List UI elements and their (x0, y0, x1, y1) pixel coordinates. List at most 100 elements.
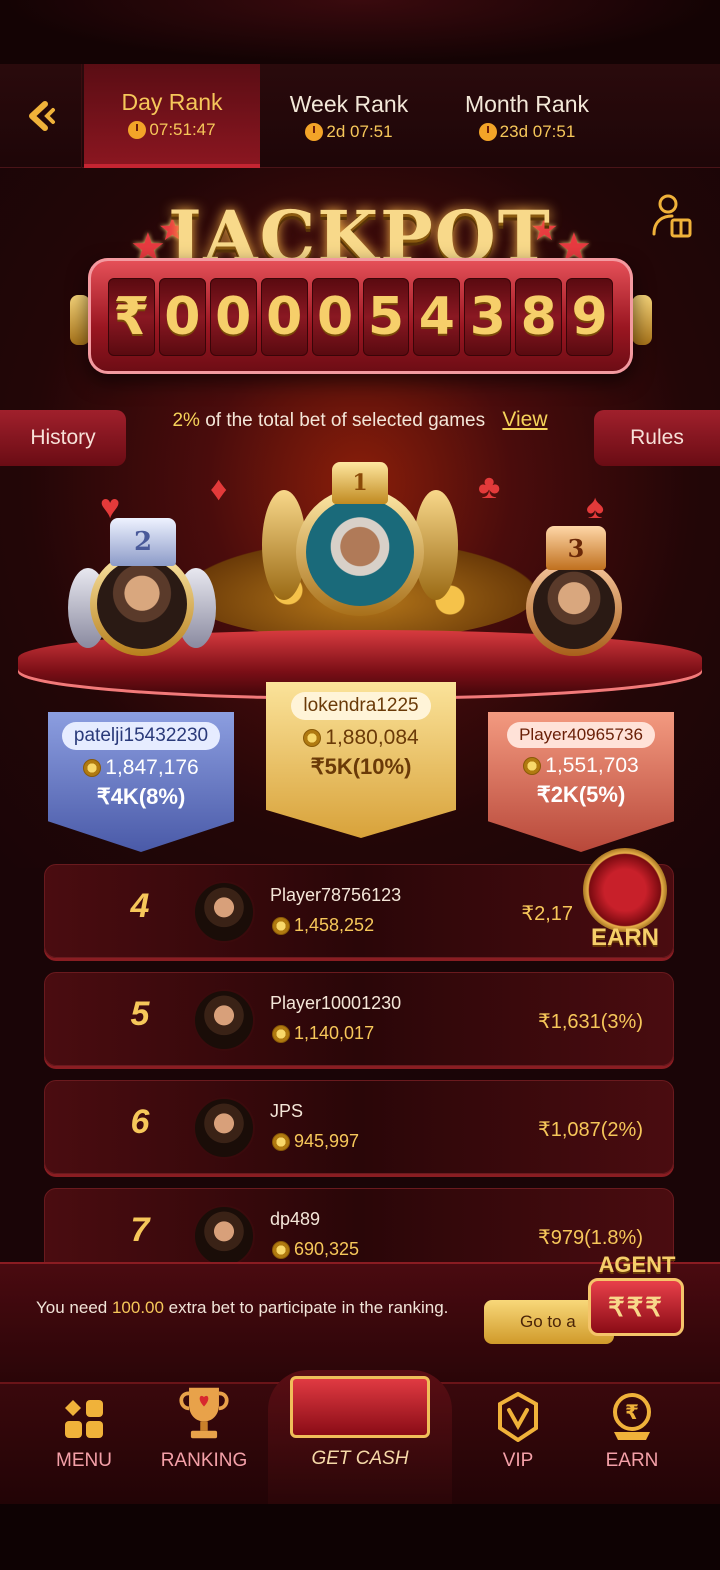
nav-ranking[interactable]: RANKING (134, 1384, 274, 1506)
coin-icon (83, 759, 102, 777)
player-name: patelji15432230 (61, 722, 221, 750)
nav-label: EARN (605, 1450, 659, 1471)
clock-icon (128, 120, 147, 139)
rank-header: Day Rank 07:51:47 Week Rank 2d 07:51 Mon… (0, 64, 720, 168)
notice-text: You need 100.00 extra bet to participate… (36, 1296, 456, 1320)
tab-week-rank[interactable]: Week Rank 2d 07:51 (264, 64, 434, 168)
avatar-frame-rank-3 (526, 560, 622, 656)
rank-number: 4 (130, 887, 150, 925)
ranking-row[interactable]: 6 JPS 945,997 ₹1,087(2%) (44, 1080, 674, 1174)
currency-symbol: ₹ (108, 278, 155, 356)
avatar[interactable] (97, 559, 187, 649)
system-nav-area (0, 1504, 720, 1570)
earn-floating-button[interactable]: EARN (575, 848, 675, 958)
nav-earn[interactable]: ₹ EARN (562, 1384, 702, 1506)
agent-title: AGENT (598, 1252, 676, 1277)
clock-icon (305, 122, 324, 141)
tab-countdown: 07:51:47 (128, 119, 216, 140)
player-prize: ₹1,631(3%) (538, 1011, 643, 1033)
nav-label: MENU (56, 1450, 112, 1471)
avatar-frame-rank-2 (90, 552, 194, 656)
svg-text:₹: ₹ (625, 1400, 639, 1424)
status-area (0, 0, 720, 64)
coin-amount: 945,997 (294, 1131, 360, 1151)
nav-label: RANKING (160, 1450, 248, 1471)
view-link[interactable]: View (502, 408, 547, 431)
player-name: JPS (270, 1101, 304, 1121)
player-prize: ₹4K(8%) (96, 784, 186, 809)
agent-floating-button[interactable]: AGENT ₹₹₹ (584, 1252, 690, 1338)
nav-get-cash[interactable]: GET CASH (268, 1370, 452, 1504)
coin-amount: 1,140,017 (294, 1023, 375, 1043)
countdown-text: 07:51:47 (149, 119, 216, 139)
coin-amount: 1,458,252 (294, 915, 375, 935)
coin-icon (272, 916, 290, 935)
player-prize: ₹1,087(2%) (538, 1119, 643, 1141)
vip-shield-icon (498, 1392, 538, 1442)
back-button[interactable] (0, 64, 82, 168)
notice-prefix: You need (36, 1298, 112, 1317)
rank-number: 7 (130, 1211, 150, 1249)
jackpot-digit: 8 (515, 278, 563, 356)
spade-suit-icon: ♠ (586, 488, 605, 526)
tab-label: Month Rank (464, 90, 589, 117)
jackpot-counter: ₹ 0 0 0 0 5 4 3 8 9 (108, 278, 614, 356)
player-coins: 1,458,252 (272, 915, 374, 936)
player-name: lokendra1225 (291, 692, 431, 720)
coin-icon (303, 729, 322, 747)
player-name: Player78756123 (270, 885, 402, 905)
jackpot-digit: 0 (158, 278, 206, 356)
jackpot-digit: 0 (311, 278, 359, 356)
menu-grid-icon (65, 1400, 103, 1438)
avatar[interactable] (533, 567, 615, 649)
avatar (193, 1205, 255, 1267)
coin-amount: 1,847,176 (105, 756, 199, 779)
coin-amount: 1,880,084 (325, 726, 419, 749)
rank-1-crown: 1 (332, 462, 388, 504)
coin-amount: 1,551,703 (545, 754, 639, 777)
nav-label: VIP (502, 1450, 534, 1471)
avatar (193, 1097, 255, 1159)
rupee-coin-icon: ₹ (613, 1393, 651, 1440)
tab-month-rank[interactable]: Month Rank 23d 07:51 (440, 64, 614, 168)
tab-countdown: 2d 07:51 (305, 121, 393, 142)
rank-number: 5 (130, 995, 150, 1033)
coin-icon (272, 1132, 290, 1151)
player-coins: 1,551,703 (523, 754, 639, 778)
avatar (193, 881, 255, 943)
gift-user-icon[interactable] (650, 192, 694, 240)
player-coins: 1,880,084 (303, 726, 419, 750)
coin-icon (272, 1240, 290, 1259)
ranking-row[interactable]: 5 Player10001230 1,140,017 ₹1,631(3%) (44, 972, 674, 1066)
player-prize: ₹979(1.8%) (538, 1227, 643, 1249)
jackpot-digit: 9 (566, 278, 614, 356)
avatar[interactable] (306, 498, 414, 606)
coin-icon (523, 757, 542, 775)
player-prize: ₹2,17 (521, 903, 573, 925)
player-name: dp489 (270, 1209, 321, 1229)
jackpot-digit: 5 (362, 278, 410, 356)
player-name: Player40965736 (507, 722, 655, 748)
clock-icon (478, 122, 497, 141)
jackpot-digit: 0 (260, 278, 308, 356)
user-plus-icon (583, 848, 667, 932)
diamond-suit-icon: ♦ (210, 470, 228, 508)
rank-2-crown: 2 (110, 518, 176, 566)
jackpot-note-text: of the total bet of selected games (205, 410, 486, 431)
trophy-icon (179, 1387, 229, 1439)
player-coins: 945,997 (272, 1131, 359, 1152)
rank-3-crown: 3 (546, 526, 606, 570)
coin-icon (272, 1024, 290, 1043)
jackpot-percentage: 2% (172, 410, 200, 431)
player-prize: ₹2K(5%) (536, 782, 626, 807)
tab-day-rank[interactable]: Day Rank 07:51:47 (84, 64, 260, 168)
countdown-text: 2d 07:51 (326, 121, 393, 141)
jackpot-description: 2% of the total bet of selected games Vi… (0, 408, 720, 432)
avatar (193, 989, 255, 1051)
podium-card-rank-1[interactable]: lokendra1225 1,880,084 ₹5K(10%) (266, 682, 456, 838)
back-arrow-icon (28, 101, 55, 131)
notice-suffix: extra bet to participate in the ranking. (163, 1298, 449, 1317)
jackpot-frame-cap (632, 295, 652, 345)
player-name: Player10001230 (270, 993, 402, 1013)
nav-menu[interactable]: MENU (14, 1384, 154, 1506)
